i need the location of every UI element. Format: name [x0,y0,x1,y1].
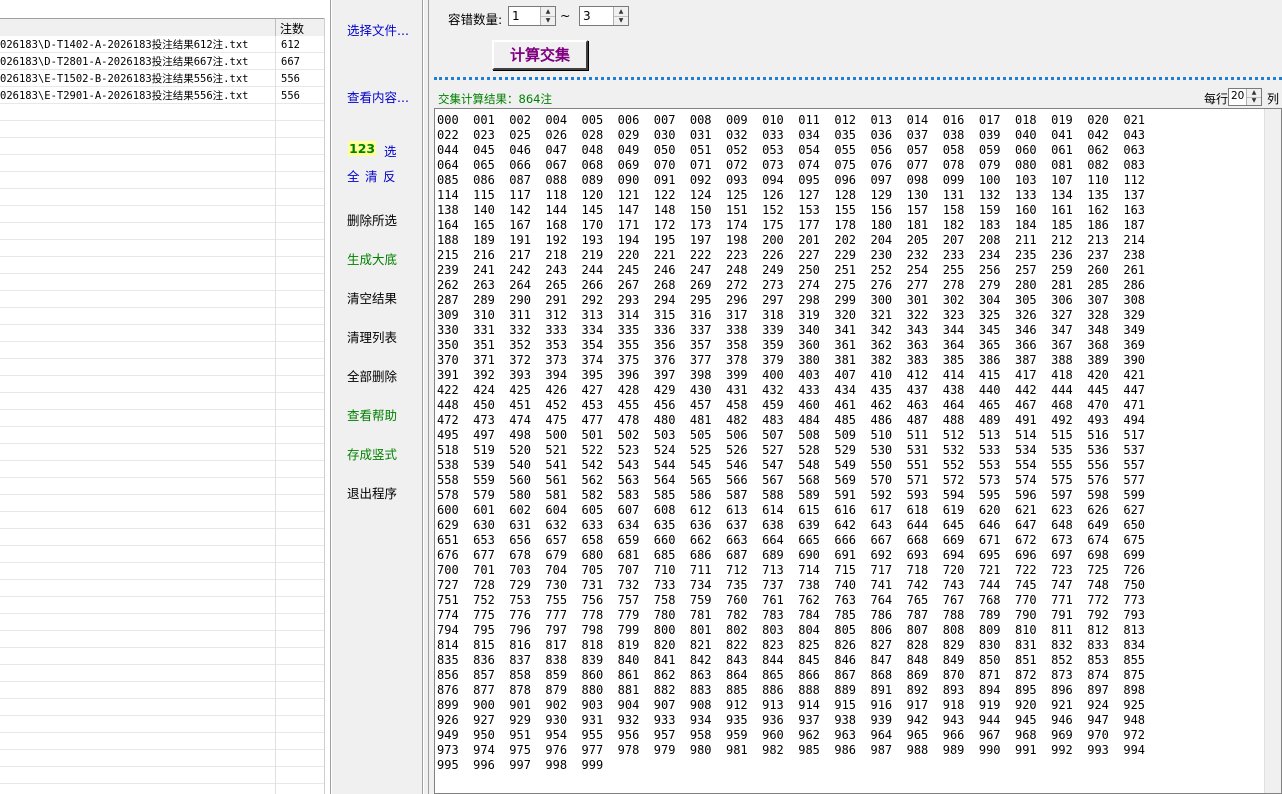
tolerance-max-value[interactable]: 3 [583,9,591,23]
tolerance-min-value[interactable]: 1 [512,9,520,23]
file-list-header: 注数 [0,18,325,37]
splitter-left-light [331,0,332,794]
file-list-body[interactable] [0,36,325,794]
divider [434,77,1282,80]
save-vertical-button[interactable]: 存成竖式 [347,444,397,463]
calculate-intersection-button[interactable]: 计算交集 [492,40,588,70]
clear-selection-button[interactable]: 清 [365,166,378,185]
result-numbers: 000 001 002 004 005 006 007 008 009 010 … [437,113,1146,772]
select-all-button[interactable]: 全 [347,166,360,185]
select-button[interactable]: 选 [384,141,397,160]
delete-selected-button[interactable]: 删除所选 [347,210,397,229]
file-name: 026183\D-T2801-A-2026183投注结果667注.txt [0,56,249,68]
file-name: 026183\D-T1402-A-2026183投注结果612注.txt [0,39,249,51]
calc-panel: 容错数量: 1 ▲ ▼ ~ 3 ▲ ▼ 计算交集 交集计算结果：864注 每行 … [432,0,1282,794]
column-label: 列 [1267,92,1280,106]
select-files-button[interactable]: 选择文件... [347,20,409,39]
command-panel: 选择文件... 查看内容... 123 选 全 清 反 删除所选 生成大底 清空… [333,0,423,794]
file-name: 026183\E-T1502-B-2026183投注结果556注.txt [0,73,249,85]
result-textarea[interactable]: 000 001 002 004 005 006 007 008 009 010 … [434,108,1282,794]
column-divider-right [324,18,325,794]
spin-down-icon[interactable]: ▼ [541,16,555,25]
file-count: 556 [281,73,300,85]
result-count-label: 交集计算结果：864注 [438,92,552,106]
spin-down-icon[interactable]: ▼ [1247,97,1261,105]
file-name: 026183\E-T2901-A-2026183投注结果556注.txt [0,90,249,102]
column-divider [275,36,276,794]
splitter-right-dark2[interactable] [428,0,429,794]
per-row-label: 每行 [1204,92,1229,106]
view-help-button[interactable]: 查看帮助 [347,405,397,424]
column-header-count[interactable]: 注数 [280,20,304,37]
select-123-button[interactable]: 123 [348,141,377,156]
view-content-button[interactable]: 查看内容... [347,87,409,106]
splitter-right-light [423,0,424,794]
header-divider[interactable] [275,19,276,36]
file-count: 612 [281,39,300,51]
tolerance-label: 容错数量: [448,12,503,27]
generate-base-button[interactable]: 生成大底 [347,249,397,268]
clean-list-button[interactable]: 清理列表 [347,327,397,346]
invert-selection-button[interactable]: 反 [383,166,396,185]
tolerance-max-spinner[interactable]: 3 ▲ ▼ [579,6,629,26]
per-row-spinner[interactable]: 20 ▲ ▼ [1228,88,1262,106]
file-list-panel[interactable]: 注数 026183\D-T1402-A-2026183投注结果612注.txt … [0,0,330,794]
spin-down-icon[interactable]: ▼ [614,16,628,25]
delete-all-button[interactable]: 全部删除 [347,366,397,385]
range-separator: ~ [560,8,571,23]
per-row-value[interactable]: 20 [1231,90,1244,102]
file-count: 667 [281,56,300,68]
file-count: 556 [281,90,300,102]
vertical-scrollbar[interactable] [1264,109,1281,793]
exit-button[interactable]: 退出程序 [347,483,397,502]
clear-results-button[interactable]: 清空结果 [347,288,397,307]
tolerance-min-spinner[interactable]: 1 ▲ ▼ [508,6,556,26]
